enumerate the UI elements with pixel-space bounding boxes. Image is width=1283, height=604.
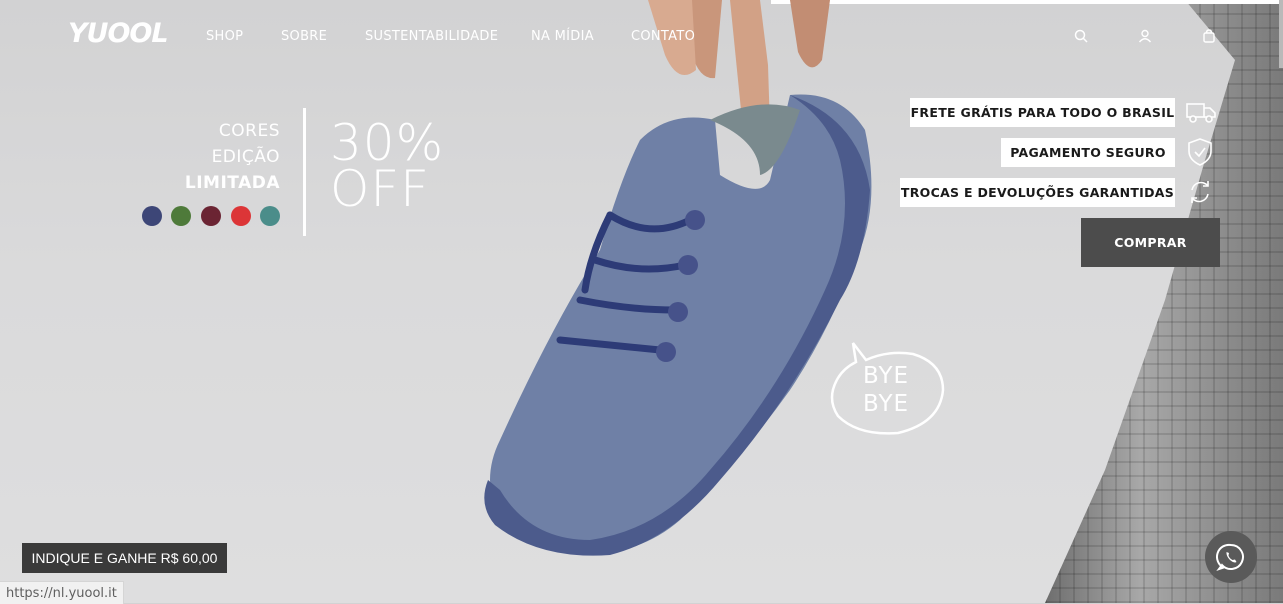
refresh-icon (1191, 181, 1209, 203)
promo-text: CORES EDIÇÃO LIMITADA (185, 118, 280, 196)
swatch-burgundy[interactable] (201, 206, 221, 226)
cart-icon[interactable] (1201, 28, 1217, 44)
promo-line-cores: CORES (218, 121, 280, 141)
promo-off: OFF (330, 160, 430, 218)
benefit-free-shipping: FRETE GRÁTIS PARA TODO O BRASIL (910, 98, 1175, 127)
user-icon[interactable] (1137, 28, 1153, 44)
shield-icon (1188, 138, 1212, 166)
shoe-product-image (484, 0, 872, 556)
bubble-text: BYE BYE (853, 362, 919, 418)
nav-item-sustentabilidade[interactable]: SUSTENTABILIDADE (365, 29, 498, 44)
whatsapp-icon (1216, 543, 1244, 571)
finger-shape-3 (790, 0, 830, 68)
promo-line-limitada: LIMITADA (184, 173, 280, 193)
swatch-teal[interactable] (260, 206, 280, 226)
nav-item-contato[interactable]: CONTATO (631, 29, 695, 44)
buy-button[interactable]: COMPRAR (1081, 218, 1220, 267)
nav-item-na-midia[interactable]: NA MÍDIA (531, 29, 594, 44)
nav-item-sobre[interactable]: SOBRE (281, 29, 327, 44)
bubble-line-2: BYE (862, 391, 910, 417)
promo-divider (303, 108, 306, 236)
promo-line-edicao: EDIÇÃO (211, 147, 280, 167)
status-bar-url: https://nl.yuool.it (0, 581, 124, 604)
swatch-red[interactable] (231, 206, 251, 226)
benefit-returns: TROCAS E DEVOLUÇÕES GARANTIDAS (900, 178, 1175, 207)
truck-icon (1186, 103, 1216, 123)
swatch-green[interactable] (171, 206, 191, 226)
brand-logo[interactable]: YUOOL (68, 18, 169, 49)
scrollbar-thumb[interactable] (1279, 0, 1283, 68)
search-icon[interactable] (1073, 28, 1089, 44)
coat-fabric-image (1045, 0, 1283, 603)
swatch-navy[interactable] (142, 206, 162, 226)
referral-button[interactable]: INDIQUE E GANHE R$ 60,00 (22, 543, 227, 573)
promo-discount: 30% OFF (330, 118, 444, 218)
bubble-line-1: BYE (862, 363, 910, 389)
benefit-secure-payment: PAGAMENTO SEGURO (1001, 138, 1175, 167)
hero-banner[interactable]: YUOOL SHOP SOBRE SUSTENTABILIDADE NA MÍD… (0, 0, 1283, 604)
whatsapp-button[interactable] (1205, 531, 1257, 583)
nav-item-shop[interactable]: SHOP (206, 29, 243, 44)
